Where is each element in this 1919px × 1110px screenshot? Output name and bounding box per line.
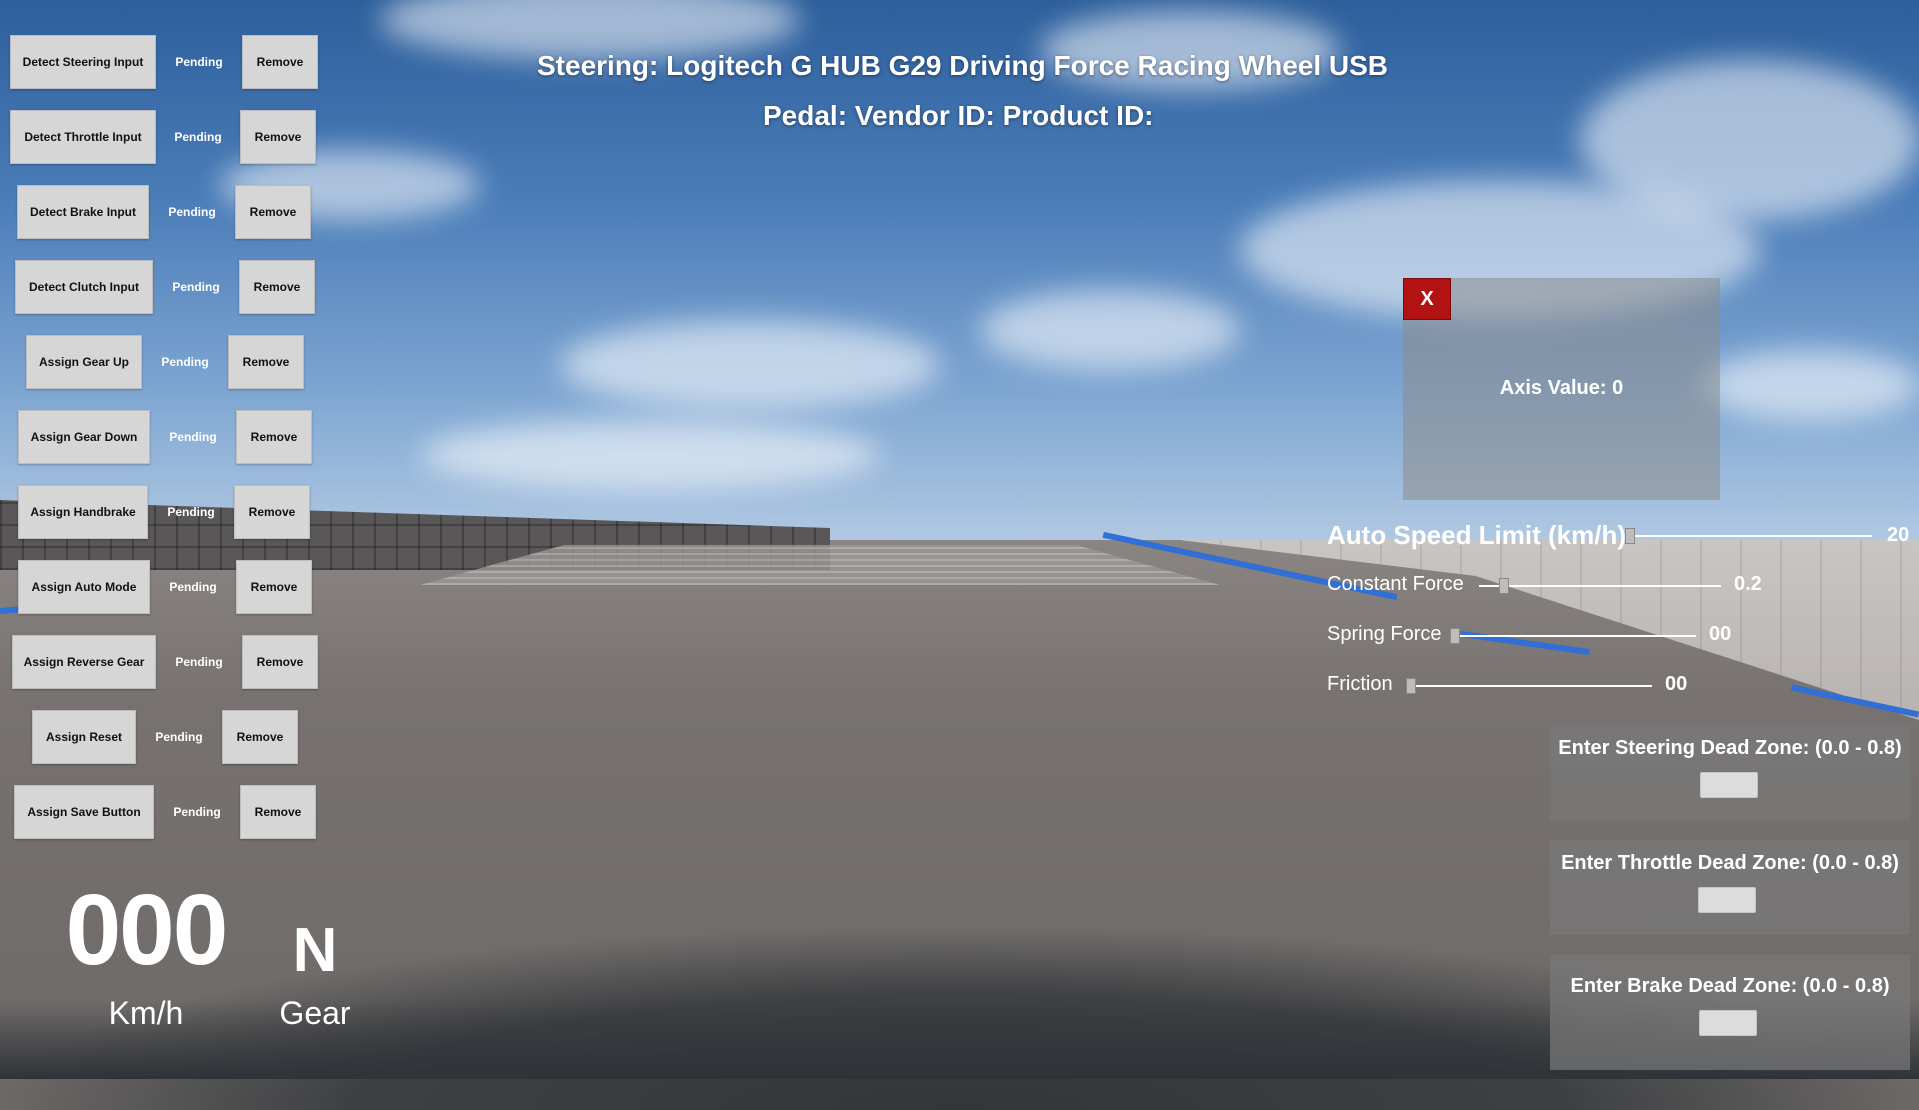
binding-row-throttle: Detect Throttle Input Pending Remove <box>10 110 316 164</box>
constant-force-value: 0.2 <box>1734 573 1762 595</box>
binding-row-handbrake: Assign Handbrake Pending Remove <box>18 485 310 539</box>
constant-force-track[interactable] <box>1479 585 1721 587</box>
assign-reverse-gear-button[interactable]: Assign Reverse Gear <box>12 635 156 689</box>
remove-clutch-button[interactable]: Remove <box>239 260 315 314</box>
spring-force-value: 00 <box>1709 623 1732 645</box>
spring-force-label: Spring Force <box>1327 623 1442 645</box>
remove-handbrake-button[interactable]: Remove <box>234 485 310 539</box>
remove-reset-button[interactable]: Remove <box>222 710 298 764</box>
reset-status: Pending <box>155 730 203 744</box>
spring-force-track[interactable] <box>1454 635 1696 637</box>
pedal-device-label: Pedal: Vendor ID: Product ID: <box>763 100 1154 131</box>
detect-clutch-button[interactable]: Detect Clutch Input <box>15 260 153 314</box>
binding-row-auto-mode: Assign Auto Mode Pending Remove <box>18 560 312 614</box>
steering-dead-zone-label: Enter Steering Dead Zone: (0.0 - 0.8) <box>1558 737 1902 759</box>
remove-brake-button[interactable]: Remove <box>235 185 311 239</box>
clutch-status: Pending <box>172 280 220 294</box>
gear-unit-label: Gear <box>279 995 351 1031</box>
assign-auto-mode-button[interactable]: Assign Auto Mode <box>18 560 150 614</box>
throttle-dead-zone-panel: Enter Throttle Dead Zone: (0.0 - 0.8) <box>1550 840 1910 935</box>
detect-brake-button[interactable]: Detect Brake Input <box>17 185 149 239</box>
assign-gear-down-button[interactable]: Assign Gear Down <box>18 410 150 464</box>
constant-force-label: Constant Force <box>1327 573 1464 595</box>
gear-down-status: Pending <box>169 430 217 444</box>
friction-label: Friction <box>1327 673 1393 695</box>
throttle-dead-zone-input[interactable] <box>1698 887 1756 913</box>
remove-reverse-button[interactable]: Remove <box>242 635 318 689</box>
remove-gear-down-button[interactable]: Remove <box>236 410 312 464</box>
remove-auto-mode-button[interactable]: Remove <box>236 560 312 614</box>
gear-readout: N <box>292 916 338 985</box>
detect-throttle-button[interactable]: Detect Throttle Input <box>10 110 156 164</box>
axis-value-label: Axis Value: 0 <box>1499 377 1624 399</box>
binding-row-reverse: Assign Reverse Gear Pending Remove <box>12 635 318 689</box>
binding-row-gear-down: Assign Gear Down Pending Remove <box>18 410 312 464</box>
constant-force-row: Constant Force 0.2 <box>1327 573 1847 601</box>
steering-status: Pending <box>175 55 223 69</box>
friction-track[interactable] <box>1410 685 1652 687</box>
brake-status: Pending <box>168 205 216 219</box>
auto-mode-status: Pending <box>169 580 217 594</box>
binding-row-brake: Detect Brake Input Pending Remove <box>17 185 311 239</box>
friction-row: Friction 00 <box>1327 673 1827 701</box>
assign-reset-button[interactable]: Assign Reset <box>32 710 136 764</box>
brake-dead-zone-label: Enter Brake Dead Zone: (0.0 - 0.8) <box>1570 975 1890 997</box>
binding-row-save: Assign Save Button Pending Remove <box>14 785 316 839</box>
friction-slider[interactable] <box>1406 678 1416 694</box>
close-button[interactable]: X <box>1403 278 1451 320</box>
binding-row-clutch: Detect Clutch Input Pending Remove <box>15 260 315 314</box>
remove-save-button[interactable]: Remove <box>240 785 316 839</box>
speed-unit-label: Km/h <box>108 995 184 1031</box>
steering-device-label: Steering: Logitech G HUB G29 Driving For… <box>537 50 1389 81</box>
throttle-dead-zone-label: Enter Throttle Dead Zone: (0.0 - 0.8) <box>1561 852 1899 874</box>
steering-dead-zone-input[interactable] <box>1700 772 1758 798</box>
auto-speed-limit-label: Auto Speed Limit (km/h) <box>1327 520 1626 550</box>
remove-throttle-button[interactable]: Remove <box>240 110 316 164</box>
reverse-status: Pending <box>175 655 223 669</box>
auto-speed-limit-value: 20 <box>1887 524 1910 546</box>
detect-steering-button[interactable]: Detect Steering Input <box>10 35 156 89</box>
binding-row-gear-up: Assign Gear Up Pending Remove <box>26 335 304 389</box>
brake-dead-zone-input[interactable] <box>1699 1010 1757 1036</box>
auto-speed-limit-row: Auto Speed Limit (km/h) 20 <box>1327 520 1912 552</box>
assign-save-button[interactable]: Assign Save Button <box>14 785 154 839</box>
auto-speed-limit-slider[interactable] <box>1625 528 1635 544</box>
handbrake-status: Pending <box>167 505 215 519</box>
remove-steering-button[interactable]: Remove <box>242 35 318 89</box>
save-status: Pending <box>173 805 221 819</box>
binding-row-reset: Assign Reset Pending Remove <box>32 710 298 764</box>
binding-row-steering: Detect Steering Input Pending Remove <box>10 35 318 89</box>
remove-gear-up-button[interactable]: Remove <box>228 335 304 389</box>
speed-readout: 000 <box>65 874 229 986</box>
assign-gear-up-button[interactable]: Assign Gear Up <box>26 335 142 389</box>
gear-up-status: Pending <box>161 355 209 369</box>
assign-handbrake-button[interactable]: Assign Handbrake <box>18 485 148 539</box>
brake-dead-zone-panel: Enter Brake Dead Zone: (0.0 - 0.8) <box>1550 955 1910 1070</box>
friction-value: 00 <box>1665 673 1688 695</box>
throttle-status: Pending <box>174 130 222 144</box>
constant-force-slider[interactable] <box>1499 578 1510 594</box>
spring-force-slider[interactable] <box>1450 628 1460 644</box>
steering-dead-zone-panel: Enter Steering Dead Zone: (0.0 - 0.8) <box>1550 725 1910 820</box>
auto-speed-limit-track[interactable] <box>1629 535 1872 537</box>
spring-force-row: Spring Force 00 <box>1327 623 1827 651</box>
